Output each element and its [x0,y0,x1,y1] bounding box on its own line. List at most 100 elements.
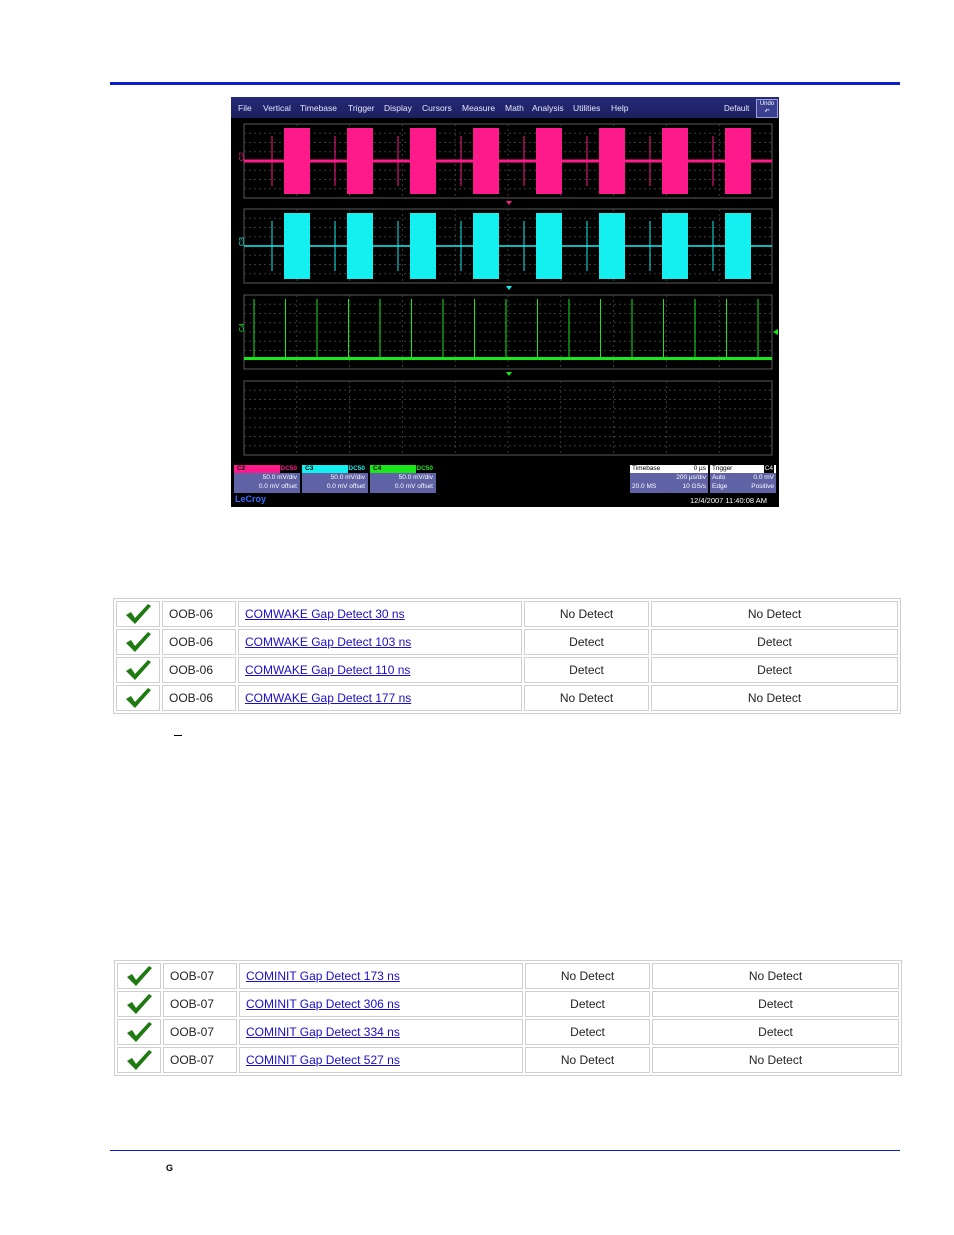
waveform-burst [284,213,310,279]
expected-value: No Detect [525,963,650,989]
test-name-link[interactable]: COMINIT Gap Detect 334 ns [246,1025,400,1039]
pass-check-icon [116,629,160,655]
results-table-oob-07: OOB-07 COMINIT Gap Detect 173 ns No Detect… [114,960,902,1076]
result-value: Detect [652,991,899,1017]
channel-c2-offset: 0.0 mV offset [258,483,297,490]
waveform-burst [599,213,625,279]
channel-c4-offset: 0.0 mV offset [394,483,433,490]
table-row: OOB-06 COMWAKE Gap Detect 103 ns Detect Det… [116,629,898,655]
result-value: No Detect [651,685,898,711]
trigger-position-marker [506,286,512,290]
pass-check-icon [116,601,160,627]
trace-label: C3 [239,237,246,246]
test-name-link[interactable]: COMWAKE Gap Detect 30 ns [245,607,405,621]
result-value: Detect [651,629,898,655]
expected-value: Detect [524,629,649,655]
test-name-link[interactable]: COMINIT Gap Detect 527 ns [246,1053,400,1067]
test-name-cell: COMINIT Gap Detect 527 ns [239,1047,523,1073]
test-name-link[interactable]: COMINIT Gap Detect 306 ns [246,997,400,1011]
scope-infobar: C2 DC50 50.0 mV/div 0.0 mV offset C3 DC50 … [231,463,779,507]
waveform-burst [284,128,310,194]
trace-label: C4 [239,323,246,332]
waveform-burst [662,128,688,194]
oscilloscope-screenshot: File Vertical Timebase Trigger Display C… [231,97,779,507]
test-name-cell: COMWAKE Gap Detect 177 ns [238,685,522,711]
test-name-cell: COMINIT Gap Detect 306 ns [239,991,523,1017]
test-name-link[interactable]: COMINIT Gap Detect 173 ns [246,969,400,983]
channel-c2-box[interactable]: C2 DC50 50.0 mV/div 0.0 mV offset [234,465,300,493]
expected-value: No Detect [524,685,649,711]
lecroy-logo: LeCroy [235,494,267,504]
channel-c4-tag: C4 DC50 [370,465,436,473]
pass-check-icon [117,1047,161,1073]
timebase-box[interactable]: Timebase 0 µs 200 µs/div 20.0 MS 10 GS/s [630,465,708,493]
timebase-delay: 0 µs [693,465,706,472]
table-row: OOB-07 COMINIT Gap Detect 527 ns No Detect… [117,1047,899,1073]
waveform-baseline [244,357,772,360]
pass-check-icon [116,685,160,711]
trigger-source-badge: C4 [763,465,774,473]
waveform-burst [410,213,436,279]
table-row: OOB-06 COMWAKE Gap Detect 30 ns No Detect N… [116,601,898,627]
channel-c4-box[interactable]: C4 DC50 50.0 mV/div 0.0 mV offset [370,465,436,493]
expected-value: Detect [525,991,650,1017]
table-row: OOB-06 COMWAKE Gap Detect 177 ns No Detect… [116,685,898,711]
channel-c3-tag: C3 DC50 [302,465,368,473]
test-id: OOB-06 [162,601,236,627]
scope-datetime: 12/4/2007 11:40:08 AM [689,496,767,505]
expected-value: Detect [525,1019,650,1045]
waveform-burst [473,128,499,194]
trigger-title: Trigger [712,465,733,472]
test-id: OOB-06 [162,629,236,655]
channel-c2-scale: 50.0 mV/div [262,474,297,481]
table-row: OOB-07 COMINIT Gap Detect 306 ns Detect Det… [117,991,899,1017]
trigger-position-marker [506,201,512,205]
trigger-level-marker [773,329,778,335]
test-name-link[interactable]: COMWAKE Gap Detect 103 ns [245,635,411,649]
channel-c2-tag: C2 DC50 [234,465,300,473]
test-name-link[interactable]: COMWAKE Gap Detect 177 ns [245,691,411,705]
waveform-burst [662,213,688,279]
expected-value: Detect [524,657,649,683]
channel-c3-scale: 50.0 mV/div [330,474,365,481]
results-table-oob-06: OOB-06 COMWAKE Gap Detect 30 ns No Detect N… [113,598,901,714]
timebase-div: 200 µs/div [676,474,706,481]
waveform-burst [347,213,373,279]
result-value: No Detect [652,963,899,989]
timebase-rate: 10 GS/s [682,483,706,490]
trigger-level: 0.0 mV [753,474,774,481]
result-value: No Detect [651,601,898,627]
trigger-position-marker [506,372,512,376]
table-row: OOB-07 COMINIT Gap Detect 173 ns No Detect… [117,963,899,989]
test-name-cell: COMINIT Gap Detect 173 ns [239,963,523,989]
result-value: Detect [652,1019,899,1045]
channel-c3-box[interactable]: C3 DC50 50.0 mV/div 0.0 mV offset [302,465,368,493]
test-name-link[interactable]: COMWAKE Gap Detect 110 ns [245,663,410,677]
expected-value: No Detect [524,601,649,627]
footer-rule [110,1150,900,1151]
waveform-burst [536,213,562,279]
test-id: OOB-06 [162,657,236,683]
timebase-samples: 20.0 MS [632,483,657,490]
waveform-burst [599,128,625,194]
test-id: OOB-07 [163,1047,237,1073]
pass-check-icon [117,1019,161,1045]
test-name-cell: COMWAKE Gap Detect 103 ns [238,629,522,655]
waveform-grids: C2C3C4 [239,123,778,456]
pass-check-icon [117,991,161,1017]
waveform-burst [536,128,562,194]
test-name-cell: COMWAKE Gap Detect 110 ns [238,657,522,683]
footer-mark: G [166,1163,174,1173]
trigger-box[interactable]: Trigger C4 Auto 0.0 mV Edge Positive [710,465,776,493]
trigger-type: Edge [712,483,728,490]
stray-underscore [174,735,182,736]
test-id: OOB-07 [163,991,237,1017]
test-id: OOB-07 [163,1019,237,1045]
waveform-burst [473,213,499,279]
test-name-cell: COMWAKE Gap Detect 30 ns [238,601,522,627]
waveform-burst [347,128,373,194]
test-id: OOB-06 [162,685,236,711]
result-value: No Detect [652,1047,899,1073]
expected-value: No Detect [525,1047,650,1073]
trigger-slope: Positive [751,483,774,490]
